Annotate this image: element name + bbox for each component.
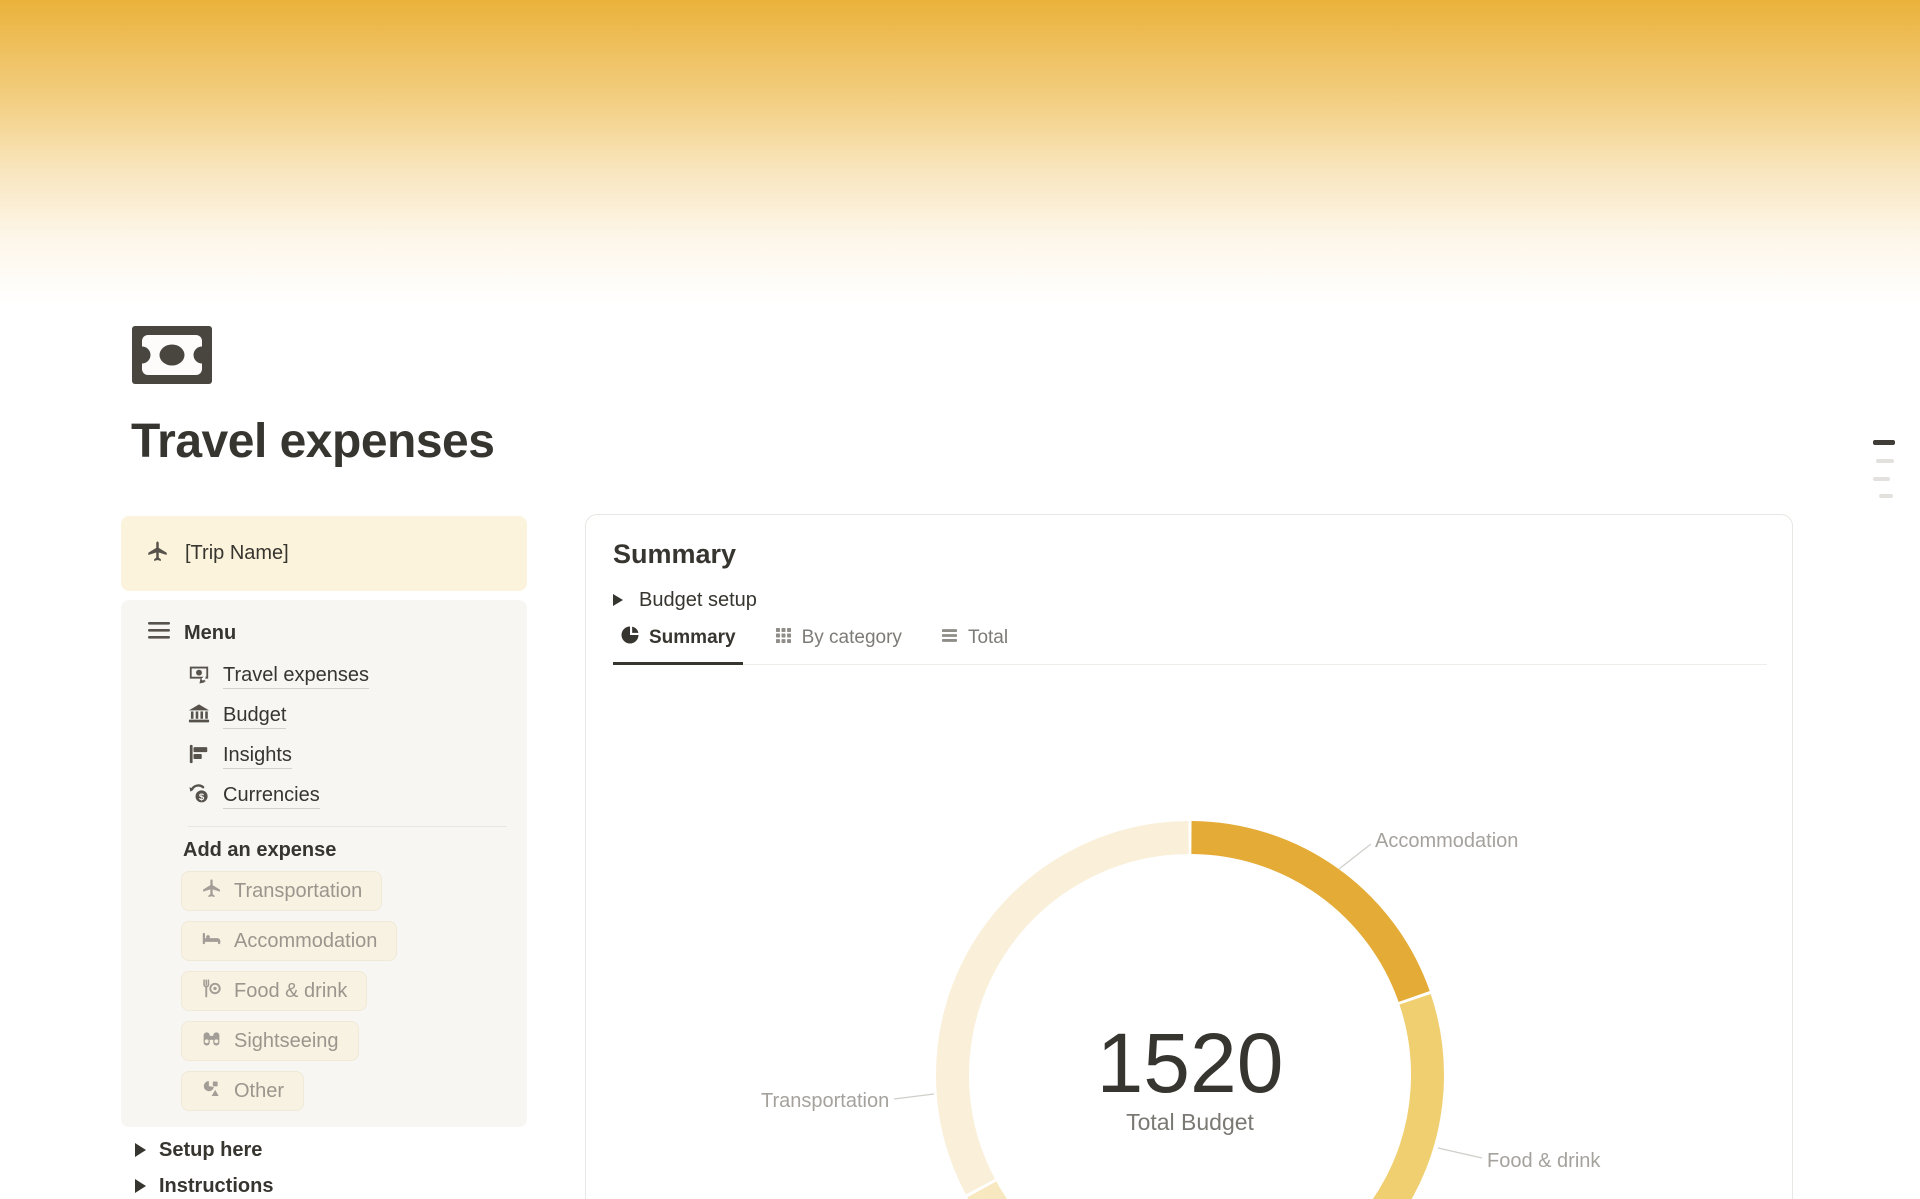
chart-label-food-drink: Food & drink xyxy=(1487,1150,1600,1173)
binoculars-icon xyxy=(201,1028,222,1054)
add-transportation-button[interactable]: Transportation xyxy=(181,871,382,911)
page-cover-gradient xyxy=(0,0,1920,330)
banknote-arrow-icon xyxy=(188,663,210,690)
add-accommodation-button[interactable]: Accommodation xyxy=(181,921,397,961)
instructions-toggle[interactable]: Instructions xyxy=(135,1174,273,1198)
chart-total-value: 1520 xyxy=(1040,1021,1340,1105)
budget-setup-toggle[interactable]: Budget setup xyxy=(613,587,1792,613)
divider xyxy=(188,826,507,827)
toc-indicator-line[interactable] xyxy=(1873,477,1890,481)
trip-name-callout[interactable]: [Trip Name] xyxy=(121,516,527,591)
pie-icon xyxy=(620,625,640,651)
dining-icon xyxy=(201,978,222,1004)
trip-name-label: [Trip Name] xyxy=(185,542,289,565)
toc-indicator-line[interactable] xyxy=(1873,440,1895,445)
toc-indicator-line[interactable] xyxy=(1879,494,1893,498)
budget-donut-chart[interactable] xyxy=(881,801,1621,1199)
add-other-button[interactable]: Other xyxy=(181,1071,304,1111)
menu-link-insights[interactable]: Insights xyxy=(188,736,507,776)
toggle-triangle-icon[interactable] xyxy=(135,1143,146,1157)
donut-segment-accommodation[interactable] xyxy=(1191,838,1414,997)
toggle-triangle-icon[interactable] xyxy=(135,1179,146,1193)
banknote-icon[interactable] xyxy=(132,326,212,384)
hamburger-menu-icon xyxy=(148,622,170,645)
add-expense-header: Add an expense xyxy=(183,837,507,863)
toc-indicator-line[interactable] xyxy=(1876,459,1894,463)
menu-card: Menu Travel expenses xyxy=(121,600,527,1127)
tab-summary[interactable]: Summary xyxy=(613,625,743,665)
svg-text:$: $ xyxy=(199,792,205,803)
bar-chart-icon xyxy=(188,743,210,770)
currency-exchange-icon: $ xyxy=(188,783,210,810)
summary-card: Summary Budget setup Summary xyxy=(585,514,1793,1199)
chart-label-transportation: Transportation xyxy=(761,1090,889,1113)
page-title: Travel expenses xyxy=(131,414,494,469)
menu-header-label: Menu xyxy=(184,622,236,645)
chart-total-label: Total Budget xyxy=(1040,1109,1340,1136)
view-tabs: Summary By category xyxy=(613,625,1767,665)
setup-here-toggle[interactable]: Setup here xyxy=(135,1138,262,1162)
menu-link-travel-expenses[interactable]: Travel expenses xyxy=(188,656,507,696)
add-food-drink-button[interactable]: Food & drink xyxy=(181,971,367,1011)
summary-card-title: Summary xyxy=(613,537,1792,571)
airplane-icon xyxy=(146,540,169,568)
bed-icon xyxy=(201,928,222,954)
toggle-triangle-icon[interactable] xyxy=(613,594,623,606)
menu-link-currencies[interactable]: $ Currencies xyxy=(188,776,507,816)
tab-total[interactable]: Total xyxy=(933,625,1015,665)
chart-label-accommodation: Accommodation xyxy=(1375,830,1518,853)
tab-by-category[interactable]: By category xyxy=(767,625,909,665)
add-sightseeing-button[interactable]: Sightseeing xyxy=(181,1021,359,1061)
bank-icon xyxy=(188,703,210,730)
rows-icon xyxy=(940,626,959,651)
grid-icon xyxy=(774,626,793,651)
menu-link-budget[interactable]: Budget xyxy=(188,696,507,736)
donut-segment-other[interactable] xyxy=(982,1189,1059,1199)
shapes-icon xyxy=(201,1078,222,1104)
airplane-icon xyxy=(201,878,222,904)
menu-header: Menu xyxy=(148,618,507,648)
